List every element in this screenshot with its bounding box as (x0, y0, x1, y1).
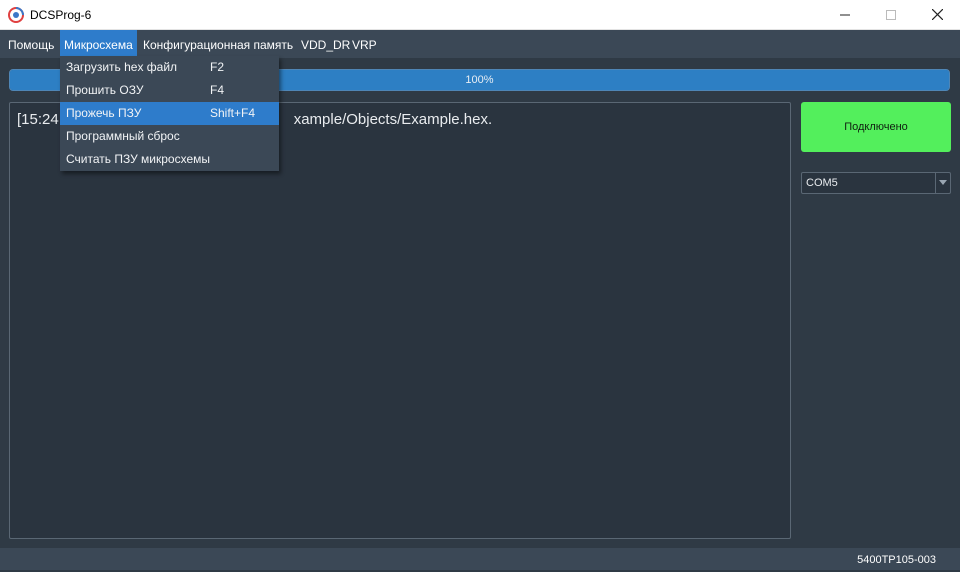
menu-item-label: Загрузить hex файл (66, 60, 178, 74)
close-button[interactable] (914, 0, 960, 29)
com-port-select[interactable]: COM5 (801, 172, 951, 194)
menu-item-flash-ram[interactable]: Прошить ОЗУ F4 (60, 79, 279, 102)
minimize-button[interactable] (822, 0, 868, 29)
dcsprog-logo-icon (8, 7, 24, 23)
menu-item-shortcut: F4 (210, 83, 225, 97)
close-icon (931, 9, 943, 20)
menu-item-burn-rom[interactable]: Прожечь ПЗУ Shift+F4 (60, 102, 279, 125)
menu-item-shortcut: Shift+F4 (210, 106, 256, 120)
status-device-label: 5400ТР105-003 (857, 554, 936, 566)
menu-item-software-reset[interactable]: Программный сброс (60, 125, 279, 148)
log-line-suffix: xample/Objects/Example.hex. (293, 111, 493, 128)
minimize-icon (840, 14, 850, 15)
menu-item-label: Прожечь ПЗУ (66, 106, 142, 120)
status-bar: 5400ТР105-003 (0, 548, 960, 570)
menu-item-label: Программный сброс (66, 129, 180, 143)
menu-item-load-hex[interactable]: Загрузить hex файл F2 (60, 56, 279, 79)
menu-bar: Помощь Микросхема Конфигурационная памят… (0, 30, 960, 58)
menu-item-shortcut: F2 (210, 60, 225, 74)
maximize-icon (886, 9, 896, 20)
log-line-prefix: [15:24 (17, 111, 59, 128)
chevron-down-icon[interactable] (935, 173, 950, 193)
connect-button[interactable]: Подключено (801, 102, 951, 152)
title-bar: DCSProg-6 (0, 0, 960, 30)
menu-config-memory[interactable]: Конфигурационная память (139, 30, 297, 58)
menu-chip[interactable]: Микросхема (60, 30, 137, 58)
window-title: DCSProg-6 (30, 8, 92, 22)
maximize-button[interactable] (868, 0, 914, 29)
menu-item-read-rom[interactable]: Считать ПЗУ микросхемы (60, 148, 279, 171)
menu-help[interactable]: Помощь (4, 30, 58, 58)
menu-vrp[interactable]: VRP (348, 30, 381, 58)
menu-item-label: Считать ПЗУ микросхемы (66, 152, 210, 166)
menu-vdd-dr[interactable]: VDD_DR (297, 30, 354, 58)
menu-item-label: Прошить ОЗУ (66, 83, 144, 97)
com-port-value: COM5 (806, 177, 838, 189)
chip-menu-dropdown: Загрузить hex файл F2 Прошить ОЗУ F4 Про… (60, 56, 279, 171)
